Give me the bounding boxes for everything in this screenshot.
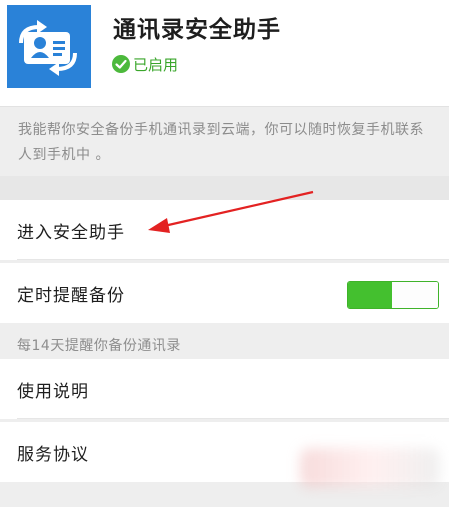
annotation-arrow-icon bbox=[148, 190, 314, 233]
